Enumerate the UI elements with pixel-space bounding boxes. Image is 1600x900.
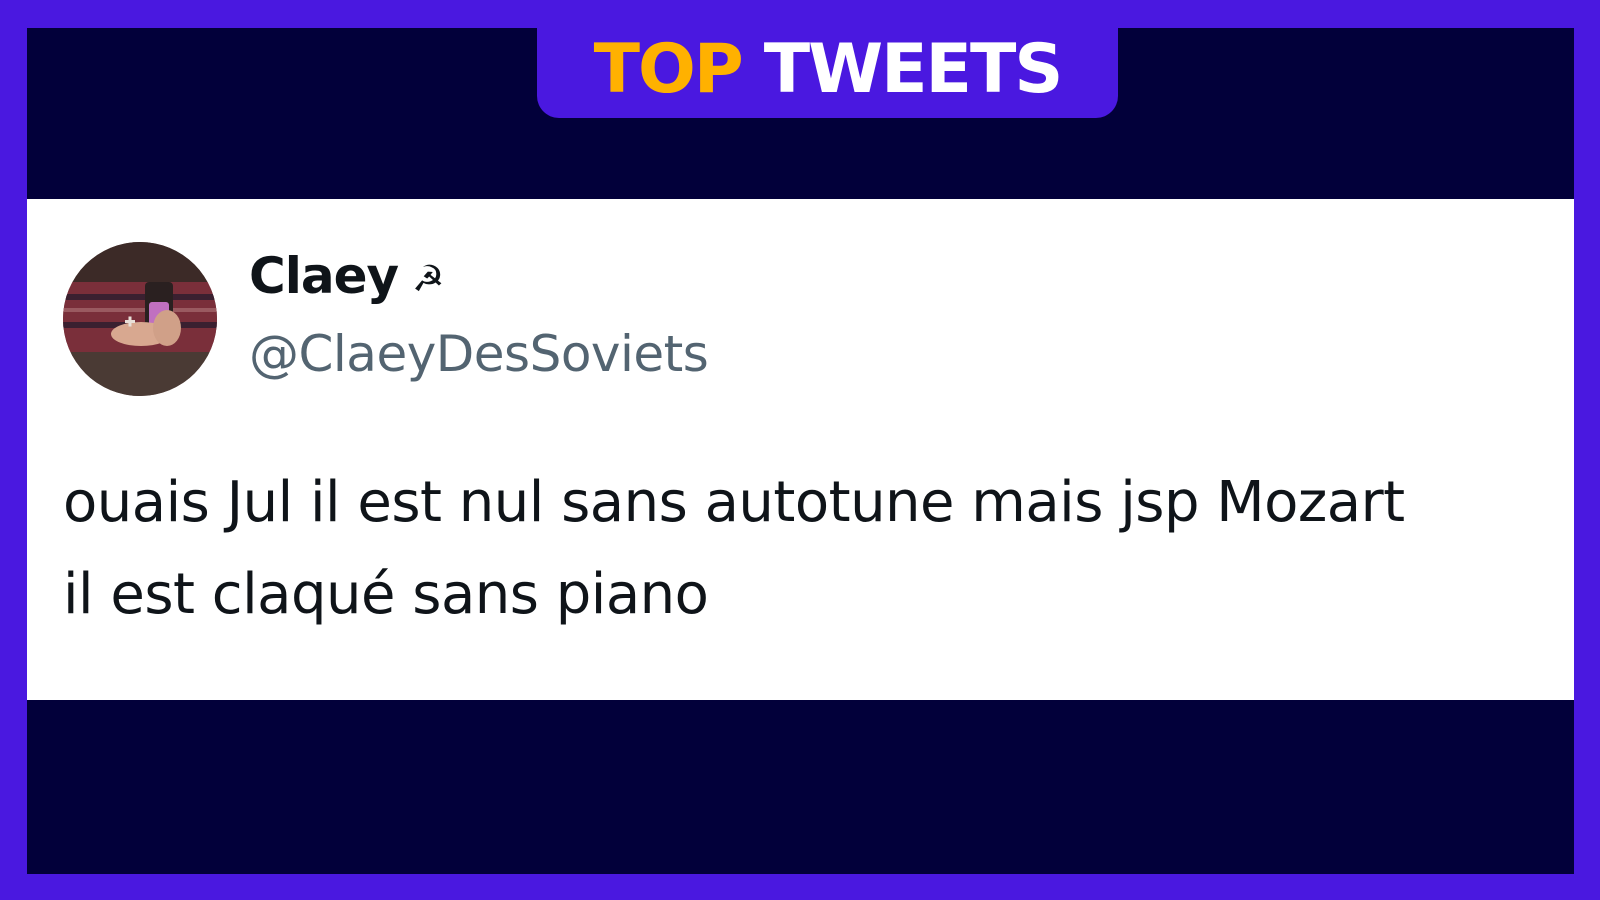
- post-frame: TOP TWEETS Claey ☭ @ClaeyDesSoviets ouai…: [27, 28, 1574, 874]
- top-tweets-banner: TOP TWEETS: [537, 28, 1118, 118]
- avatar[interactable]: [63, 242, 217, 396]
- tweet-text-line: il est claqué sans piano: [63, 562, 709, 627]
- tweet-text: ouais Jul il est nul sans autotune mais …: [63, 457, 1553, 641]
- user-handle[interactable]: @ClaeyDesSoviets: [249, 325, 709, 383]
- author-name-row[interactable]: Claey ☭: [249, 247, 444, 305]
- banner-word-top: TOP: [593, 30, 744, 109]
- tweet-card: Claey ☭ @ClaeyDesSoviets ouais Jul il es…: [27, 199, 1574, 700]
- display-name[interactable]: Claey: [249, 247, 399, 305]
- banner-word-tweets: TWEETS: [763, 30, 1064, 109]
- profile-photo-icon: [63, 242, 217, 396]
- hammer-sickle-icon: ☭: [412, 258, 445, 300]
- tweet-text-line: ouais Jul il est nul sans autotune mais …: [63, 470, 1405, 535]
